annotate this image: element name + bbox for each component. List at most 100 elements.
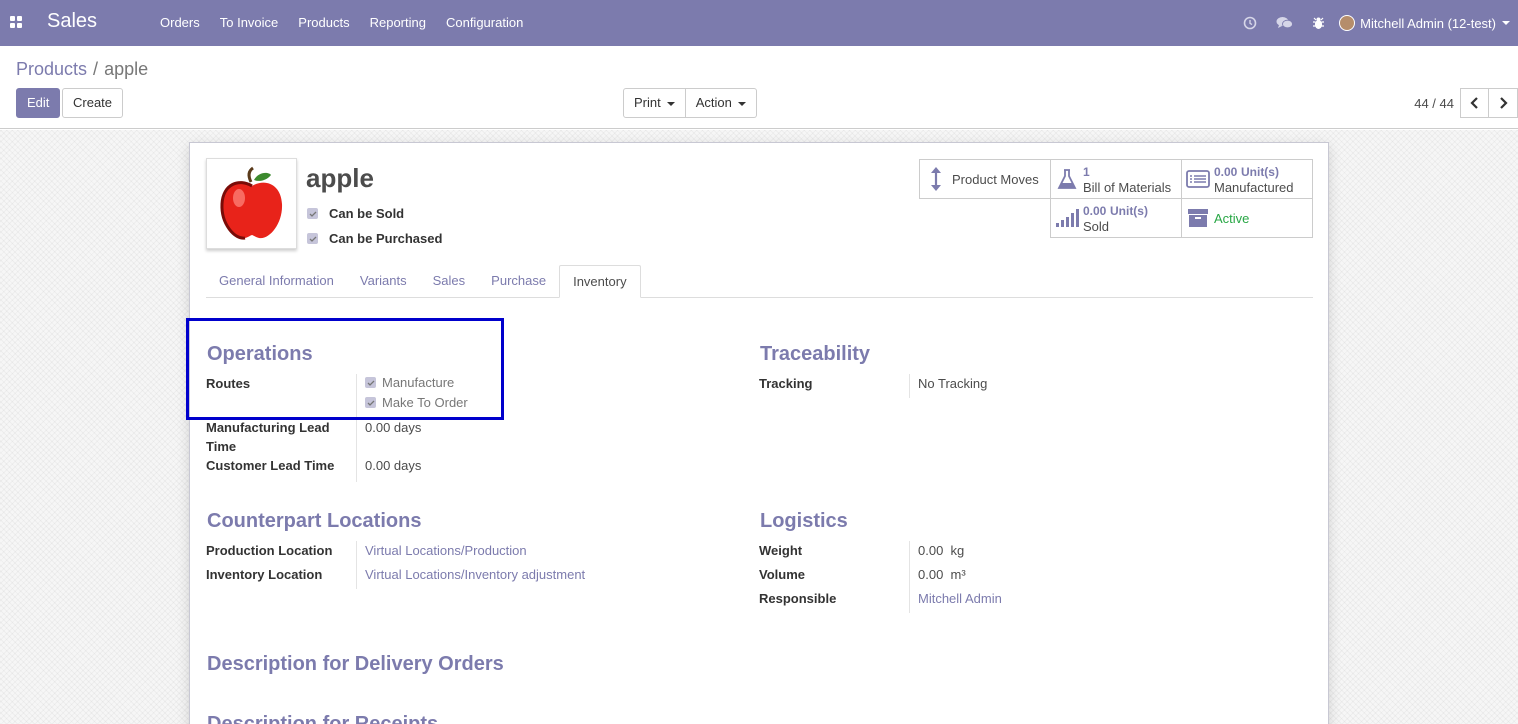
traceability-title: Traceability: [760, 343, 871, 365]
previous-record-button[interactable]: [1460, 88, 1489, 118]
pager: 44 / 44: [1414, 88, 1518, 118]
manufactured-value: 0.00: [1214, 164, 1238, 179]
field-separator: [356, 374, 357, 482]
archive-icon: [1182, 208, 1214, 228]
product-name: apple: [306, 163, 374, 193]
arrows-vertical-icon: [920, 166, 952, 192]
tab-sales[interactable]: Sales: [420, 265, 479, 297]
can-be-purchased-label: Can be Purchased: [329, 231, 443, 246]
active-toggle-button[interactable]: Active: [1181, 198, 1313, 238]
weight-value: 0.00 kg: [918, 543, 965, 558]
tab-general-information[interactable]: General Information: [206, 265, 347, 297]
avatar: [1339, 15, 1356, 31]
responsible-label: Responsible: [759, 591, 837, 606]
notebook-tabs: General Information Variants Sales Purch…: [206, 265, 1313, 298]
edit-button[interactable]: Edit: [16, 88, 61, 118]
can-be-sold-row: Can be Sold: [307, 206, 404, 221]
operations-title: Operations: [207, 343, 313, 365]
signal-bars-icon: [1051, 208, 1083, 228]
inventory-location-label: Inventory Location: [206, 567, 323, 582]
bug-icon[interactable]: [1301, 0, 1335, 46]
sidebar-actions: Print Action: [623, 88, 757, 118]
customer-lead-time-label: Customer Lead Time: [206, 458, 335, 473]
bom-count: 1: [1083, 164, 1090, 179]
product-moves-label: Product Moves: [952, 171, 1039, 187]
menu-to-invoice[interactable]: To Invoice: [210, 0, 289, 46]
menu-configuration[interactable]: Configuration: [436, 0, 533, 46]
volume-value: 0.00 m³: [918, 567, 966, 582]
breadcrumb: Products / apple: [16, 59, 148, 80]
description-receipts-title: Description for Receipts: [207, 713, 439, 724]
sold-value: 0.00: [1083, 203, 1107, 218]
route-make-to-order: Make To Order: [365, 395, 468, 410]
production-location-label: Production Location: [206, 543, 333, 558]
bom-label: Bill of Materials: [1083, 179, 1172, 195]
flask-icon: [1051, 168, 1083, 190]
user-menu[interactable]: Mitchell Admin (12-test): [1335, 15, 1518, 31]
manufactured-uom: Unit(s): [1240, 164, 1279, 179]
can-be-purchased-checkbox[interactable]: [307, 233, 318, 244]
can-be-sold-label: Can be Sold: [329, 206, 405, 221]
active-label: Active: [1214, 210, 1250, 226]
sold-button[interactable]: 0.00 Unit(s) Sold: [1050, 198, 1182, 238]
clock-icon[interactable]: [1233, 0, 1267, 46]
can-be-sold-checkbox[interactable]: [307, 208, 318, 219]
chevron-left-icon: [1469, 97, 1478, 109]
breadcrumb-current: apple: [104, 59, 149, 79]
logistics-title: Logistics: [760, 510, 848, 532]
bill-of-materials-button[interactable]: 1 Bill of Materials: [1050, 159, 1182, 199]
tab-purchase[interactable]: Purchase: [478, 265, 559, 297]
route-manufacture-checkbox[interactable]: [365, 377, 376, 388]
apps-menu-icon[interactable]: [10, 16, 22, 28]
sold-label: Sold: [1083, 218, 1110, 234]
chevron-right-icon: [1500, 97, 1508, 109]
inventory-location-value[interactable]: Virtual Locations/Inventory adjustment: [365, 565, 585, 584]
description-delivery-title: Description for Delivery Orders: [207, 653, 504, 675]
volume-label: Volume: [759, 567, 805, 582]
field-separator: [356, 541, 357, 589]
tab-inventory[interactable]: Inventory: [559, 265, 641, 298]
tab-variants[interactable]: Variants: [347, 265, 420, 297]
field-separator: [909, 541, 910, 613]
user-name: Mitchell Admin (12-test): [1360, 15, 1496, 31]
menu-orders[interactable]: Orders: [150, 0, 210, 46]
field-separator: [909, 374, 910, 398]
weight-label: Weight: [759, 543, 803, 558]
route-mto-label: Make To Order: [382, 395, 468, 410]
manufactured-button[interactable]: 0.00 Unit(s) Manufactured: [1181, 159, 1313, 199]
smart-button-box: Product Moves 1 Bill of Materials 0.00 Un…: [919, 159, 1314, 239]
manufacturing-lead-time-value: 0.00 days: [365, 420, 422, 435]
customer-lead-time-value: 0.00 days: [365, 458, 422, 473]
chevron-down-icon: [666, 101, 675, 106]
routes-label: Routes: [206, 376, 251, 391]
pager-value[interactable]: 44 / 44: [1414, 96, 1454, 111]
product-moves-button[interactable]: Product Moves: [919, 159, 1051, 199]
form-sheet: apple Can be Sold Can be Purchased Produ…: [189, 142, 1329, 724]
counterpart-locations-title: Counterpart Locations: [207, 510, 422, 532]
tracking-label: Tracking: [759, 376, 813, 391]
main-menu: Orders To Invoice Products Reporting Con…: [150, 0, 533, 46]
breadcrumb-products[interactable]: Products: [16, 59, 87, 79]
next-record-button[interactable]: [1489, 88, 1518, 118]
list-icon: [1182, 170, 1214, 188]
route-manufacture: Manufacture: [365, 375, 454, 390]
chevron-down-icon: [1502, 21, 1510, 25]
can-be-purchased-row: Can be Purchased: [307, 231, 442, 246]
menu-reporting[interactable]: Reporting: [360, 0, 436, 46]
manufactured-label: Manufactured: [1214, 179, 1294, 195]
apple-image: [219, 166, 282, 240]
print-button[interactable]: Print: [623, 88, 686, 118]
production-location-value[interactable]: Virtual Locations/Production: [365, 541, 527, 560]
breadcrumb-separator: /: [93, 59, 99, 79]
route-mto-checkbox[interactable]: [365, 397, 376, 408]
action-button[interactable]: Action: [685, 88, 757, 118]
app-brand: Sales: [47, 10, 98, 32]
menu-products[interactable]: Products: [288, 0, 359, 46]
control-panel: Products / apple Edit Create Print Action …: [0, 46, 1518, 129]
manufacturing-lead-time-label: Manufacturing Lead Time: [206, 420, 330, 454]
product-image[interactable]: [206, 158, 297, 249]
chat-icon[interactable]: [1267, 0, 1301, 46]
systray: Mitchell Admin (12-test): [1233, 0, 1518, 46]
create-button[interactable]: Create: [62, 88, 124, 118]
responsible-value[interactable]: Mitchell Admin: [918, 589, 1002, 608]
